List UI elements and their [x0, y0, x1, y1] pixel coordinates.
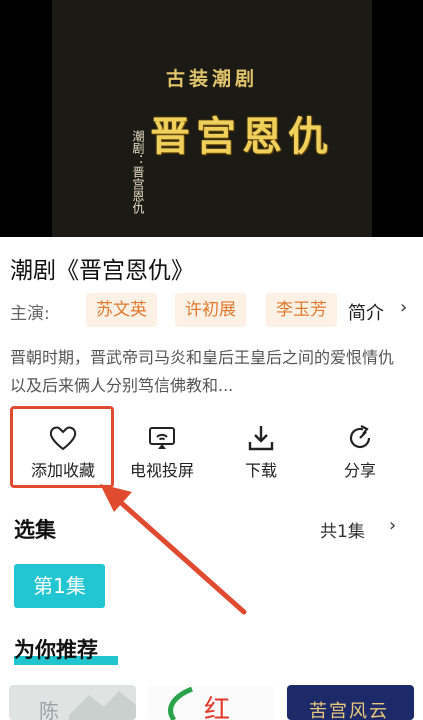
actor-tag[interactable]: 许初展 — [175, 293, 246, 327]
cast-label: 主演: — [10, 304, 50, 324]
episode-button[interactable]: 第1集 — [14, 564, 105, 608]
recommend-thumb[interactable]: 陈 — [9, 685, 136, 720]
tv-cast-button[interactable]: 电视投屏 — [112, 415, 212, 495]
video-title: 晋宫恩仇 — [150, 113, 334, 160]
intro-link[interactable]: 简介 — [348, 299, 384, 325]
actor-tag[interactable]: 李玉芳 — [266, 293, 337, 327]
chevron-right-icon[interactable]: › — [400, 297, 407, 318]
share-label: 分享 — [343, 461, 376, 480]
download-label: 下载 — [244, 461, 277, 480]
thumb-text: 红 — [204, 695, 231, 720]
share-button[interactable]: 分享 — [310, 415, 410, 495]
recommend-title: 为你推荐 — [14, 638, 98, 662]
video-side-text: 潮剧：晋宫恩仇 — [131, 130, 145, 214]
video-frame: 古装潮剧 晋宫恩仇 潮剧：晋宫恩仇 — [52, 0, 372, 237]
video-player[interactable]: 古装潮剧 晋宫恩仇 潮剧：晋宫恩仇 — [0, 0, 423, 237]
download-button[interactable]: 下载 — [211, 415, 311, 495]
share-icon — [349, 425, 371, 449]
episodes-count[interactable]: 共1集 — [320, 517, 365, 542]
download-icon — [248, 426, 274, 451]
chevron-right-icon[interactable]: › — [389, 515, 396, 536]
calligraphy-stroke — [168, 687, 193, 720]
episodes-title: 选集 — [14, 518, 56, 542]
thumb-text: 苦宫风云 — [309, 701, 389, 720]
description: 晋朝时期，晋武帝司马炎和皇后王皇后之间的爱恨情仇以及后来俩人分别笃信佛教和... — [10, 348, 395, 395]
video-subtitle: 古装潮剧 — [165, 68, 258, 90]
tv-cast-label: 电视投屏 — [129, 461, 194, 480]
cast-row: 主演: 苏文英 许初展 李玉芳 简介 › — [10, 293, 423, 329]
landscape-decoration — [69, 691, 136, 720]
highlight-box — [10, 406, 114, 488]
recommend-thumb[interactable]: 苦宫风云 — [287, 685, 414, 720]
cast-screen-icon — [149, 427, 175, 449]
thumb-text: 陈 — [39, 699, 59, 720]
drama-title: 潮剧《晋宫恩仇》 — [10, 258, 194, 284]
recommend-thumb[interactable]: 红 — [148, 685, 275, 720]
actor-tag[interactable]: 苏文英 — [86, 293, 157, 327]
